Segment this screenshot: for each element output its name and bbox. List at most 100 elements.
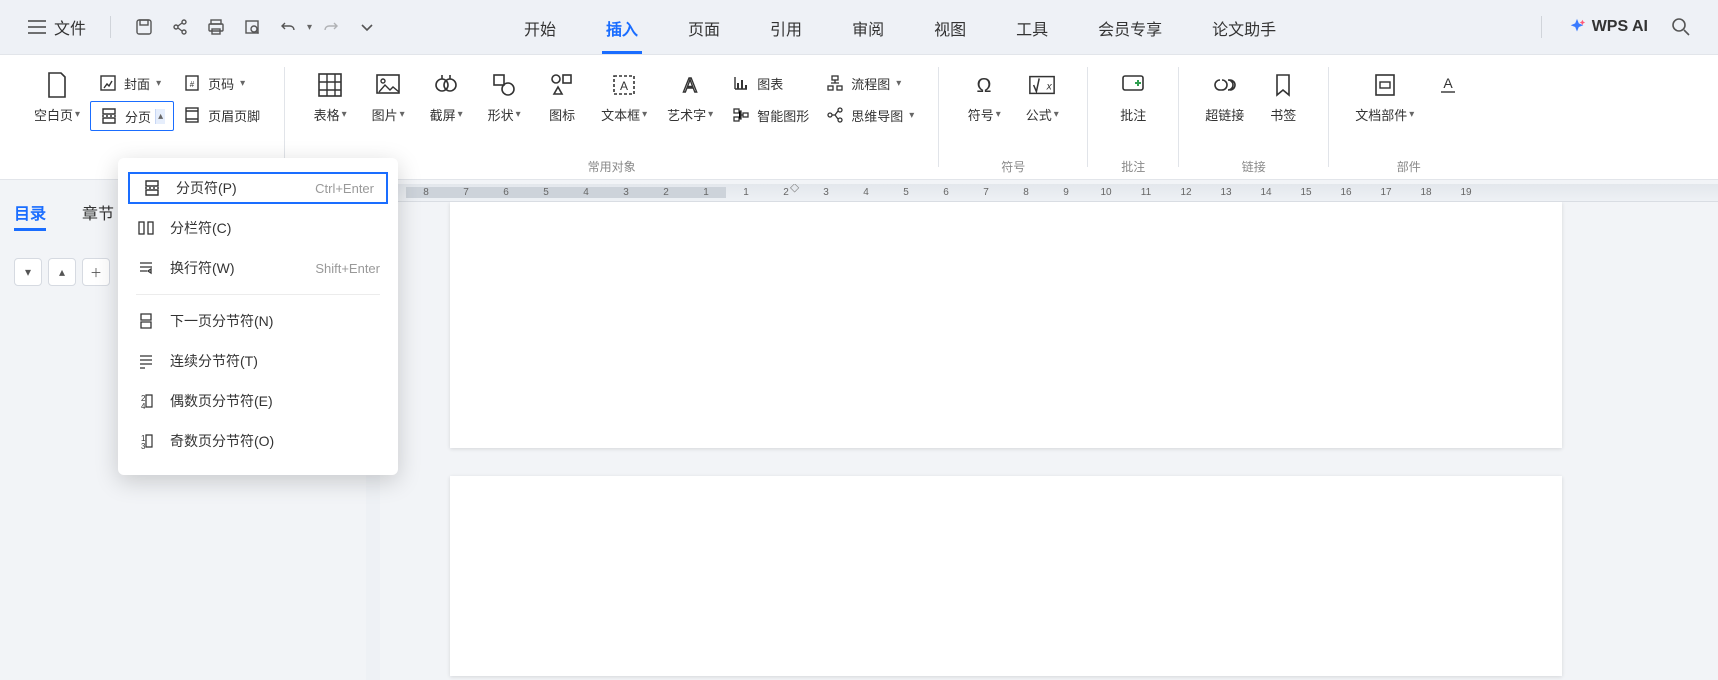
add-button[interactable]: ＋ bbox=[82, 258, 110, 286]
symbol-button[interactable]: Ω符号▾ bbox=[955, 63, 1013, 128]
chart-button[interactable]: 图表 bbox=[723, 69, 817, 97]
textbox-button[interactable]: A文本框▾ bbox=[591, 63, 657, 128]
wordart-icon: A bbox=[676, 71, 704, 99]
page-number-button[interactable]: #页码▾ bbox=[174, 69, 268, 97]
symbol-icon: Ω bbox=[970, 71, 998, 99]
continuous-section-icon bbox=[136, 351, 156, 371]
tab-review[interactable]: 审阅 bbox=[848, 4, 888, 54]
header-footer-button[interactable]: 页眉页脚 bbox=[174, 101, 268, 129]
divider bbox=[1541, 16, 1542, 38]
blank-page-icon bbox=[43, 71, 71, 99]
icons-button[interactable]: 图标 bbox=[533, 63, 591, 128]
smartart-button[interactable]: 智能图形 bbox=[723, 101, 817, 129]
svg-text:A: A bbox=[1444, 75, 1454, 91]
dropdown-odd-section[interactable]: 13 奇数页分节符(O) bbox=[118, 421, 398, 461]
wps-ai-button[interactable]: WPS AI bbox=[1562, 18, 1654, 36]
print-preview-button[interactable] bbox=[235, 10, 269, 44]
dropdown-even-section[interactable]: 24 偶数页分节符(E) bbox=[118, 381, 398, 421]
leftnav-toc[interactable]: 目录 bbox=[14, 200, 46, 231]
indent-marker-icon[interactable]: ◇ bbox=[790, 184, 799, 194]
picture-button[interactable]: 图片▾ bbox=[359, 63, 417, 128]
shapes-icon bbox=[490, 71, 518, 99]
collapse-controls: ▾ ▴ ＋ bbox=[14, 258, 110, 286]
blank-page-button[interactable]: 空白页▾ bbox=[24, 63, 90, 128]
shapes-button[interactable]: 形状▾ bbox=[475, 63, 533, 128]
cover-button[interactable]: 封面▾ bbox=[90, 69, 174, 97]
hyperlink-icon bbox=[1211, 71, 1239, 99]
document-page[interactable] bbox=[450, 476, 1562, 676]
icons-icon bbox=[548, 71, 576, 99]
dropdown-next-section[interactable]: 下一页分节符(N) bbox=[118, 301, 398, 341]
screenshot-icon bbox=[432, 71, 460, 99]
page-break-icon bbox=[99, 106, 119, 126]
group-label-parts: 部件 bbox=[1345, 158, 1472, 175]
tab-insert[interactable]: 插入 bbox=[602, 4, 642, 54]
dropdown-line-break[interactable]: 换行符(W) Shift+Enter bbox=[118, 248, 398, 288]
doc-parts-button[interactable]: 文档部件▾ bbox=[1345, 63, 1424, 128]
collapse-down-button[interactable]: ▾ bbox=[14, 258, 42, 286]
smartart-icon bbox=[731, 105, 751, 125]
svg-text:Ω: Ω bbox=[977, 75, 992, 97]
comment-icon bbox=[1119, 71, 1147, 99]
equation-button[interactable]: x公式▾ bbox=[1013, 63, 1071, 128]
dropdown-continuous-section[interactable]: 连续分节符(T) bbox=[118, 341, 398, 381]
page-number-label: 页码 bbox=[208, 74, 234, 93]
leftnav-chapter[interactable]: 章节 bbox=[82, 200, 114, 231]
save-button[interactable] bbox=[127, 10, 161, 44]
comment-button[interactable]: 批注 bbox=[1104, 63, 1162, 128]
bookmark-button[interactable]: 书签 bbox=[1254, 63, 1312, 128]
tab-view[interactable]: 视图 bbox=[930, 4, 970, 54]
line-break-icon bbox=[136, 258, 156, 278]
flowchart-button[interactable]: 流程图▾ bbox=[817, 69, 922, 97]
page-break-button[interactable]: 分页▴ bbox=[90, 101, 174, 131]
screenshot-button[interactable]: 截屏▾ bbox=[417, 63, 475, 128]
wordart-button[interactable]: A艺术字▾ bbox=[657, 63, 723, 128]
group-label-symbols: 符号 bbox=[955, 158, 1071, 175]
page-break-dropdown: 分页符(P) Ctrl+Enter 分栏符(C) 换行符(W) Shift+En… bbox=[118, 158, 398, 475]
tab-home[interactable]: 开始 bbox=[520, 4, 560, 54]
textbox-icon: A bbox=[610, 71, 638, 99]
file-label: 文件 bbox=[54, 15, 86, 39]
next-section-icon bbox=[136, 311, 156, 331]
chart-icon bbox=[731, 73, 751, 93]
more-button[interactable]: A bbox=[1424, 63, 1472, 103]
share-button[interactable] bbox=[163, 10, 197, 44]
collapse-up-button[interactable]: ▴ bbox=[48, 258, 76, 286]
doc-parts-icon bbox=[1371, 71, 1399, 99]
dropdown-column-break[interactable]: 分栏符(C) bbox=[118, 208, 398, 248]
page-break-label: 分页 bbox=[125, 107, 151, 126]
flowchart-icon bbox=[825, 73, 845, 93]
wps-ai-label: WPS AI bbox=[1592, 18, 1648, 36]
divider bbox=[1328, 67, 1329, 167]
search-button[interactable] bbox=[1664, 10, 1698, 44]
left-nav-tabs: 目录 章节 bbox=[14, 200, 114, 231]
customize-qat-button[interactable] bbox=[350, 10, 384, 44]
divider bbox=[110, 16, 111, 38]
print-button[interactable] bbox=[199, 10, 233, 44]
equation-icon: x bbox=[1028, 71, 1056, 99]
hyperlink-button[interactable]: 超链接 bbox=[1195, 63, 1254, 128]
cover-label: 封面 bbox=[124, 74, 150, 93]
tab-tools[interactable]: 工具 bbox=[1012, 4, 1052, 54]
tab-thesis[interactable]: 论文助手 bbox=[1208, 4, 1280, 54]
svg-text:4: 4 bbox=[141, 402, 146, 410]
divider bbox=[136, 294, 380, 295]
undo-dropdown[interactable]: ▾ bbox=[307, 22, 312, 33]
bookmark-icon bbox=[1269, 71, 1297, 99]
table-button[interactable]: 表格▾ bbox=[301, 63, 359, 128]
tab-page[interactable]: 页面 bbox=[684, 4, 724, 54]
header-footer-icon bbox=[182, 105, 202, 125]
tab-member[interactable]: 会员专享 bbox=[1094, 4, 1166, 54]
mindmap-button[interactable]: 思维导图▾ bbox=[817, 101, 922, 129]
svg-text:A: A bbox=[620, 79, 628, 93]
column-break-icon bbox=[136, 218, 156, 238]
redo-button[interactable] bbox=[314, 10, 348, 44]
ruler-horizontal[interactable]: 8 7 6 5 4 3 2 1 1 2 3 4 5 6 7 8 9 10 11 … bbox=[366, 184, 1718, 202]
dropdown-page-break[interactable]: 分页符(P) Ctrl+Enter bbox=[124, 168, 392, 208]
document-page[interactable] bbox=[450, 202, 1562, 448]
odd-section-icon: 13 bbox=[136, 431, 156, 451]
file-menu[interactable]: 文件 bbox=[20, 11, 94, 43]
divider bbox=[1178, 67, 1179, 167]
undo-button[interactable] bbox=[271, 10, 305, 44]
tab-references[interactable]: 引用 bbox=[766, 4, 806, 54]
